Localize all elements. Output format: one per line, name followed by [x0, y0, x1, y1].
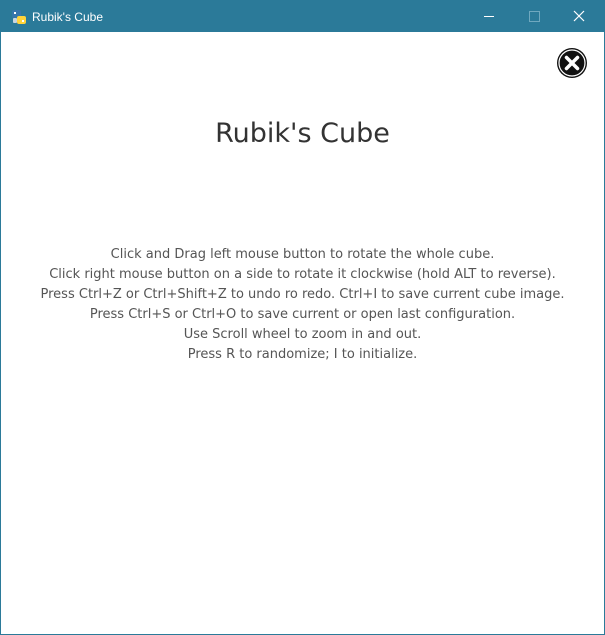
maximize-icon [529, 11, 540, 22]
maximize-button[interactable] [511, 1, 557, 32]
content-area[interactable]: Rubik's Cube Click and Drag left mouse b… [1, 32, 604, 634]
minimize-icon [484, 16, 494, 17]
app-window: Rubik's Cube Rubik's Cube Click and Drag… [0, 0, 605, 635]
title-bar[interactable]: Rubik's Cube [1, 1, 604, 32]
instruction-line: Press Ctrl+Z or Ctrl+Shift+Z to undo ro … [40, 287, 565, 302]
window-close-button[interactable] [556, 1, 602, 32]
instruction-line: Click and Drag left mouse button to rota… [110, 247, 495, 262]
minimize-button[interactable] [466, 1, 512, 32]
close-circle-icon [557, 48, 587, 78]
instruction-line: Click right mouse button on a side to ro… [49, 267, 556, 282]
page-title: Rubik's Cube [215, 118, 390, 149]
python-icon [11, 9, 27, 25]
instruction-line: Use Scroll wheel to zoom in and out. [183, 327, 422, 342]
instruction-line: Press R to randomize; I to initialize. [187, 347, 418, 362]
instructions-list: Click and Drag left mouse button to rota… [1, 245, 604, 365]
close-circle-button[interactable] [556, 47, 588, 79]
instruction-line: Press Ctrl+S or Ctrl+O to save current o… [89, 307, 516, 322]
window-title: Rubik's Cube [32, 10, 103, 24]
close-icon [573, 10, 585, 22]
